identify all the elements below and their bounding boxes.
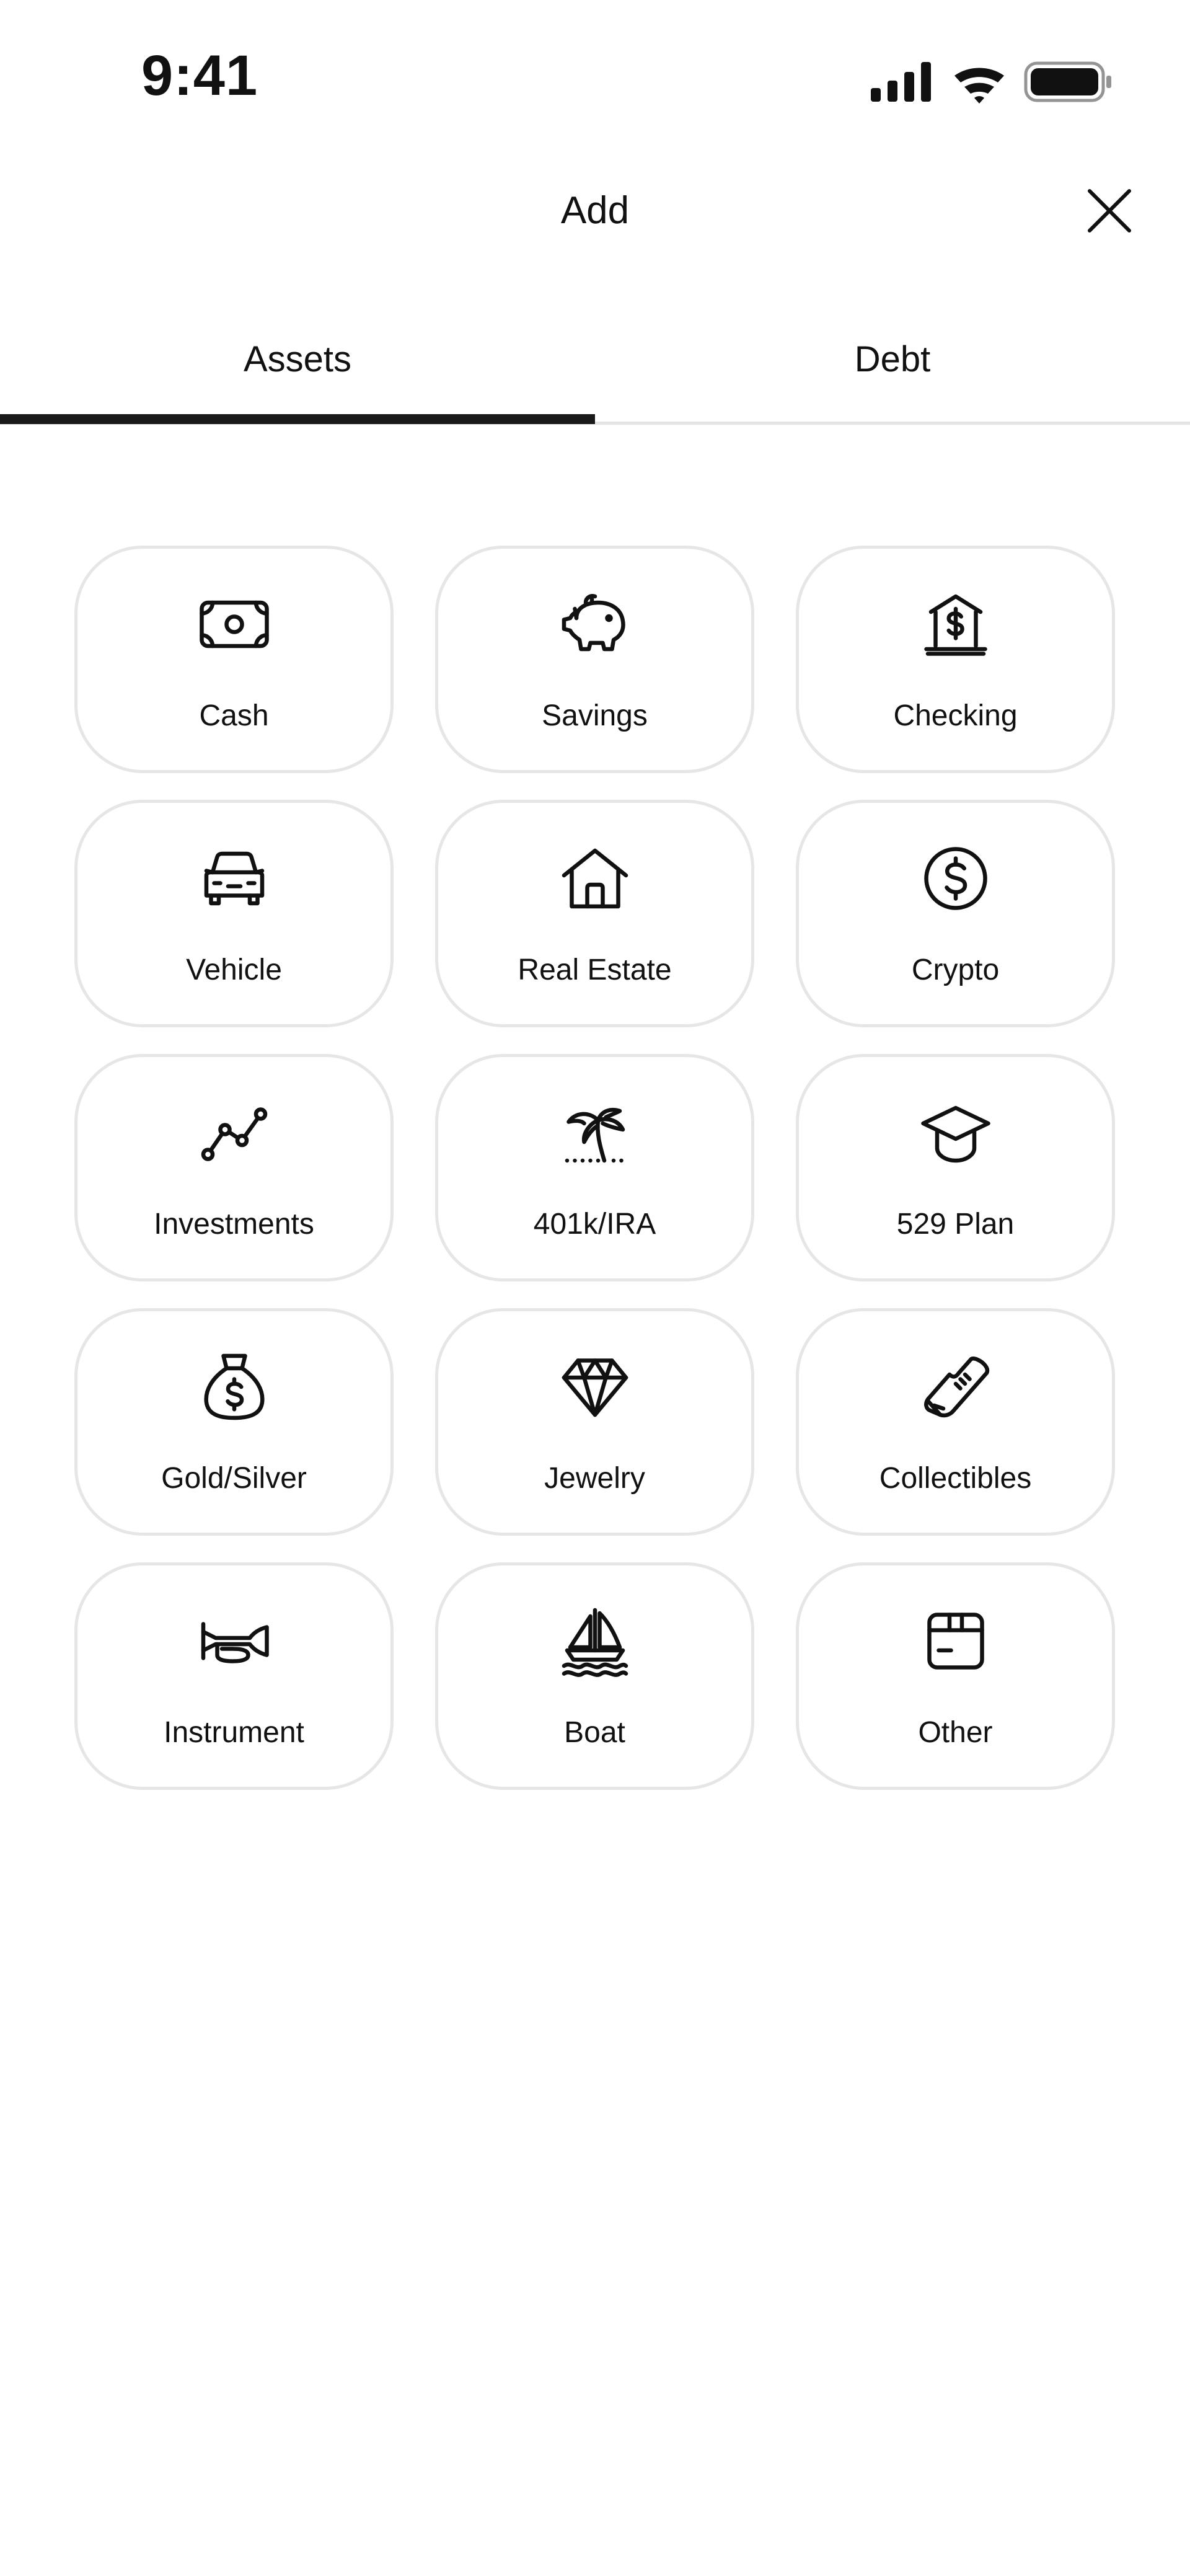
asset-tile-label: Other	[918, 1716, 993, 1749]
asset-tile-cash[interactable]: Cash	[74, 546, 394, 773]
asset-tile-label: Gold/Silver	[161, 1462, 307, 1495]
asset-tile-label: Investments	[154, 1208, 314, 1241]
close-icon	[1088, 189, 1131, 232]
dollar-coin-icon	[923, 847, 987, 910]
status-icons	[871, 61, 1111, 104]
asset-tile-529-plan[interactable]: 529 Plan	[796, 1054, 1115, 1281]
asset-tile-real-estate[interactable]: Real Estate	[435, 800, 754, 1027]
asset-tile-label: Checking	[893, 699, 1018, 732]
battery-icon	[1024, 61, 1111, 102]
wifi-icon	[954, 68, 1004, 104]
asset-tile-collectibles[interactable]: Collectibles	[796, 1308, 1115, 1536]
asset-tile-label: Vehicle	[186, 954, 282, 986]
asset-tile-401k-ira[interactable]: 401k/IRA	[435, 1054, 754, 1281]
asset-tile-gold-silver[interactable]: Gold/Silver	[74, 1308, 394, 1536]
asset-tile-boat[interactable]: Boat	[435, 1562, 754, 1790]
asset-tile-savings[interactable]: Savings	[435, 546, 754, 773]
asset-tile-investments[interactable]: Investments	[74, 1054, 394, 1281]
asset-tile-label: 401k/IRA	[533, 1208, 656, 1241]
tab-debt[interactable]: Debt	[595, 310, 1190, 425]
money-bag-icon	[203, 1353, 265, 1420]
asset-tile-label: Real Estate	[518, 954, 672, 986]
page-title: Add	[560, 189, 630, 232]
piggy-bank-icon	[562, 594, 625, 652]
asset-tile-label: Savings	[542, 699, 648, 732]
asset-tile-label: Boat	[564, 1716, 625, 1749]
status-time: 9:41	[141, 44, 258, 107]
asset-tile-crypto[interactable]: Crypto	[796, 800, 1115, 1027]
asset-grid: Cash Savings Checking Vehicle Real Estat…	[74, 546, 1116, 1790]
tab-selected-indicator	[0, 414, 595, 424]
cash-icon	[199, 600, 269, 648]
asset-tile-other[interactable]: Other	[796, 1562, 1115, 1790]
asset-tile-vehicle[interactable]: Vehicle	[74, 800, 394, 1027]
asset-tile-instrument[interactable]: Instrument	[74, 1562, 394, 1790]
asset-tile-label: Cash	[199, 699, 269, 732]
status-bar: 9:41	[0, 0, 1190, 143]
box-icon	[927, 1613, 984, 1670]
trumpet-icon	[201, 1622, 269, 1663]
asset-tile-jewelry[interactable]: Jewelry	[435, 1308, 754, 1536]
tab-bar: Assets Debt	[0, 310, 1190, 425]
diamond-icon	[562, 1358, 628, 1417]
asset-tile-label: Crypto	[911, 954, 1000, 986]
nav-header: Add	[0, 143, 1190, 279]
asset-tile-label: Collectibles	[879, 1462, 1032, 1495]
asset-tile-checking[interactable]: Checking	[796, 546, 1115, 773]
asset-tile-label: Instrument	[164, 1716, 304, 1749]
asset-tile-label: 529 Plan	[896, 1208, 1015, 1241]
close-button[interactable]	[1078, 180, 1140, 242]
bank-icon	[923, 594, 987, 656]
palm-tree-icon	[565, 1107, 625, 1163]
car-icon	[204, 851, 264, 906]
tab-assets[interactable]: Assets	[0, 310, 595, 425]
house-icon	[562, 848, 628, 909]
sneaker-icon	[923, 1357, 989, 1418]
asset-tile-label: Jewelry	[544, 1462, 645, 1495]
sailboat-icon	[562, 1608, 628, 1677]
line-chart-icon	[201, 1107, 267, 1161]
graduation-cap-icon	[920, 1105, 990, 1163]
cellular-signal-icon	[871, 62, 931, 102]
